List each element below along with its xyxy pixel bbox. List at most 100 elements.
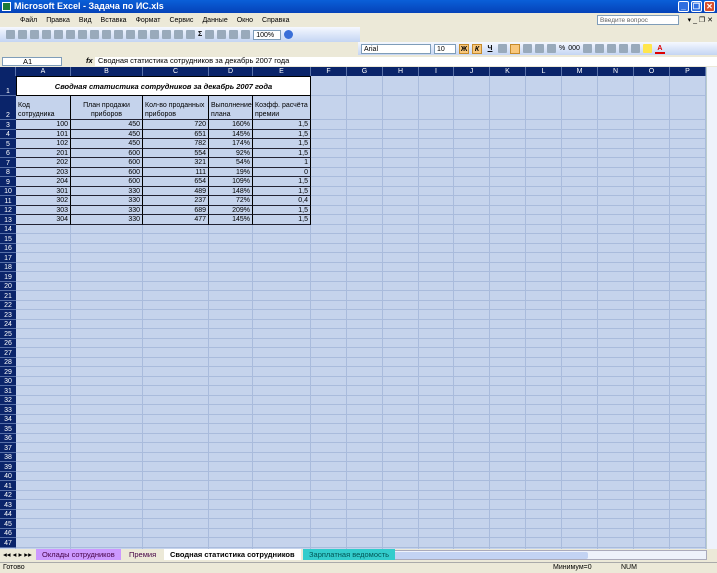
preview-icon[interactable]: [78, 30, 87, 39]
table-cell[interactable]: 1,5: [253, 148, 311, 158]
workbook-controls[interactable]: ▾ _ ❐ ✕: [688, 16, 713, 24]
sort-desc-icon[interactable]: [217, 30, 227, 39]
table-cell[interactable]: 600: [71, 177, 143, 187]
column-header-J[interactable]: J: [454, 67, 490, 76]
underline-button[interactable]: Ч: [485, 44, 495, 54]
row-header[interactable]: 2: [0, 96, 16, 120]
menu-item[interactable]: Формат: [136, 17, 161, 24]
row-header[interactable]: 45: [0, 519, 16, 529]
table-cell[interactable]: 689: [143, 205, 209, 215]
close-button[interactable]: ✕: [704, 1, 715, 12]
borders-icon[interactable]: [630, 44, 640, 53]
table-cell[interactable]: 301: [16, 186, 71, 196]
column-header-I[interactable]: I: [419, 67, 454, 76]
table-cell[interactable]: 54%: [209, 158, 253, 168]
table-cell[interactable]: 111: [143, 167, 209, 177]
merge-center-icon[interactable]: [535, 44, 544, 53]
table-cell[interactable]: 145%: [209, 129, 253, 139]
decrease-indent-icon[interactable]: [606, 44, 616, 53]
table-cell[interactable]: 330: [71, 215, 143, 225]
row-header[interactable]: 33: [0, 405, 16, 415]
table-cell[interactable]: 100: [16, 120, 71, 130]
save-icon[interactable]: [30, 30, 39, 39]
table-cell[interactable]: 204: [16, 177, 71, 187]
row-header[interactable]: 12: [0, 205, 16, 215]
table-cell[interactable]: 174%: [209, 139, 253, 149]
column-header-M[interactable]: M: [562, 67, 598, 76]
column-header-K[interactable]: K: [490, 67, 526, 76]
fx-icon[interactable]: fx: [86, 56, 93, 65]
row-header[interactable]: 10: [0, 186, 16, 196]
thousands-button[interactable]: 000: [568, 45, 580, 52]
column-header-E[interactable]: E: [253, 67, 311, 76]
table-cell[interactable]: 145%: [209, 215, 253, 225]
table-cell[interactable]: 101: [16, 129, 71, 139]
table-cell[interactable]: 651: [143, 129, 209, 139]
currency-icon[interactable]: [547, 44, 556, 53]
menu-item[interactable]: Вставка: [101, 17, 127, 24]
column-header-A[interactable]: A: [16, 67, 71, 76]
table-cell[interactable]: 554: [143, 148, 209, 158]
column-header-N[interactable]: N: [598, 67, 634, 76]
table-cell[interactable]: 330: [71, 186, 143, 196]
row-header[interactable]: 16: [0, 243, 16, 253]
align-left-icon[interactable]: [498, 44, 507, 53]
table-cell[interactable]: 1,5: [253, 120, 311, 130]
table-cell[interactable]: 201: [16, 148, 71, 158]
table-cell[interactable]: 600: [71, 148, 143, 158]
format-painter-icon[interactable]: [150, 30, 159, 39]
row-header[interactable]: 6: [0, 148, 16, 158]
row-header[interactable]: 22: [0, 300, 16, 310]
row-header[interactable]: 21: [0, 291, 16, 301]
row-header[interactable]: 40: [0, 471, 16, 481]
table-cell[interactable]: 321: [143, 158, 209, 168]
copy-icon[interactable]: [126, 30, 135, 39]
table-cell[interactable]: 450: [71, 129, 143, 139]
tab-scroll-buttons[interactable]: ◂◂ ◂ ▸ ▸▸: [3, 550, 32, 559]
row-header[interactable]: 5: [0, 139, 16, 149]
spelling-icon[interactable]: [90, 30, 99, 39]
row-header[interactable]: 31: [0, 386, 16, 396]
sheet-tab[interactable]: Зарплатная ведомость: [303, 549, 396, 560]
menu-item[interactable]: Справка: [262, 17, 289, 24]
row-header[interactable]: 8: [0, 167, 16, 177]
row-header[interactable]: 13: [0, 215, 16, 225]
row-header[interactable]: 19: [0, 272, 16, 282]
restore-button[interactable]: ❐: [691, 1, 702, 12]
row-header[interactable]: 43: [0, 500, 16, 510]
worksheet-grid[interactable]: A B C D E F G H I J K L M N O P 1 2 3 4 5 6 7 8 9 10 11 12 13 14 15 16 1…: [0, 67, 706, 549]
table-cell[interactable]: 202: [16, 158, 71, 168]
font-select[interactable]: Arial: [361, 43, 431, 54]
row-header[interactable]: 36: [0, 433, 16, 443]
row-header[interactable]: 3: [0, 120, 16, 130]
table-cell[interactable]: 304: [16, 215, 71, 225]
sort-asc-icon[interactable]: [205, 30, 215, 39]
row-header[interactable]: 7: [0, 158, 16, 168]
bold-button[interactable]: Ж: [459, 43, 469, 54]
table-cell[interactable]: 477: [143, 215, 209, 225]
row-header[interactable]: 26: [0, 338, 16, 348]
row-header[interactable]: 39: [0, 462, 16, 472]
table-cell[interactable]: 1,5: [253, 177, 311, 187]
paste-icon[interactable]: [138, 30, 147, 39]
row-header[interactable]: 25: [0, 329, 16, 339]
table-cell[interactable]: 160%: [209, 120, 253, 130]
table-cell[interactable]: 0: [253, 167, 311, 177]
row-header[interactable]: 41: [0, 481, 16, 491]
row-header[interactable]: 23: [0, 310, 16, 320]
increase-decimal-icon[interactable]: [582, 44, 592, 53]
permission-icon[interactable]: [42, 30, 51, 39]
row-header[interactable]: 24: [0, 319, 16, 329]
table-cell[interactable]: 720: [143, 120, 209, 130]
table-cell[interactable]: 203: [16, 167, 71, 177]
menu-item[interactable]: Вид: [79, 17, 92, 24]
row-header[interactable]: 20: [0, 281, 16, 291]
column-header-C[interactable]: C: [143, 67, 209, 76]
decrease-decimal-icon[interactable]: [594, 44, 604, 53]
help-search-input[interactable]: Введите вопрос: [597, 15, 679, 25]
menu-item[interactable]: Файл: [20, 17, 37, 24]
table-cell[interactable]: 0,4: [253, 196, 311, 206]
table-cell[interactable]: 330: [71, 205, 143, 215]
table-cell[interactable]: 489: [143, 186, 209, 196]
cut-icon[interactable]: [114, 30, 123, 39]
